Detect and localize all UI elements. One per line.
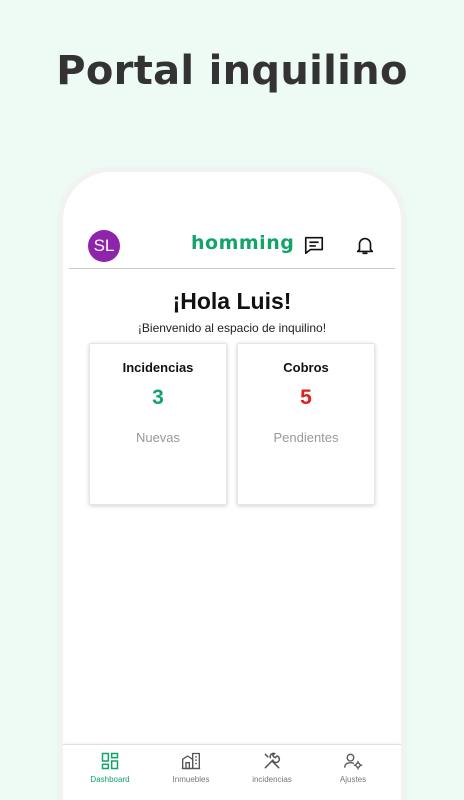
card-subtitle: Nuevas: [135, 430, 181, 445]
card-title: Incidencias: [122, 360, 194, 375]
greeting-subtitle: ¡Bienvenido al espacio de inquilino!: [137, 321, 327, 335]
dashboard-icon: [101, 752, 119, 770]
nav-item-incidencias[interactable]: incidencias: [230, 751, 314, 784]
avatar[interactable]: SL: [88, 230, 120, 262]
incidencias-card[interactable]: Incidencias 3 Nuevas: [89, 343, 227, 505]
nav-label-ajustes: Ajustes: [339, 775, 367, 784]
user-settings-icon: [344, 753, 363, 770]
bottom-nav: Dashboard Inmuebles incidencias Ajustes: [63, 744, 401, 800]
card-title: Cobros: [283, 360, 329, 375]
nav-label-inmuebles: Inmuebles: [172, 775, 210, 784]
nav-item-ajustes[interactable]: Ajustes: [311, 751, 395, 784]
cobros-card[interactable]: Cobros 5 Pendientes: [237, 343, 375, 505]
bell-icon[interactable]: [354, 234, 376, 256]
chat-icon[interactable]: [303, 234, 325, 256]
nav-item-inmuebles[interactable]: Inmuebles: [149, 751, 233, 784]
card-value: 3: [152, 386, 164, 409]
nav-label-dashboard: Dashboard: [90, 775, 130, 784]
brand-logo: homming: [191, 232, 295, 254]
greeting-title: ¡Hola Luis!: [172, 288, 292, 314]
header-divider: [69, 268, 395, 269]
buildings-icon: [181, 752, 201, 770]
card-value: 5: [300, 386, 312, 409]
app-header: SL homming: [63, 230, 401, 270]
nav-label-incidencias: incidencias: [252, 775, 292, 784]
tools-icon: [264, 752, 281, 769]
phone-frame: SL homming ¡Hola Luis! ¡Bienvenido al es…: [63, 172, 401, 800]
nav-item-dashboard[interactable]: Dashboard: [68, 751, 152, 784]
page-headline: Portal inquilino: [56, 48, 408, 94]
card-subtitle: Pendientes: [273, 430, 339, 445]
